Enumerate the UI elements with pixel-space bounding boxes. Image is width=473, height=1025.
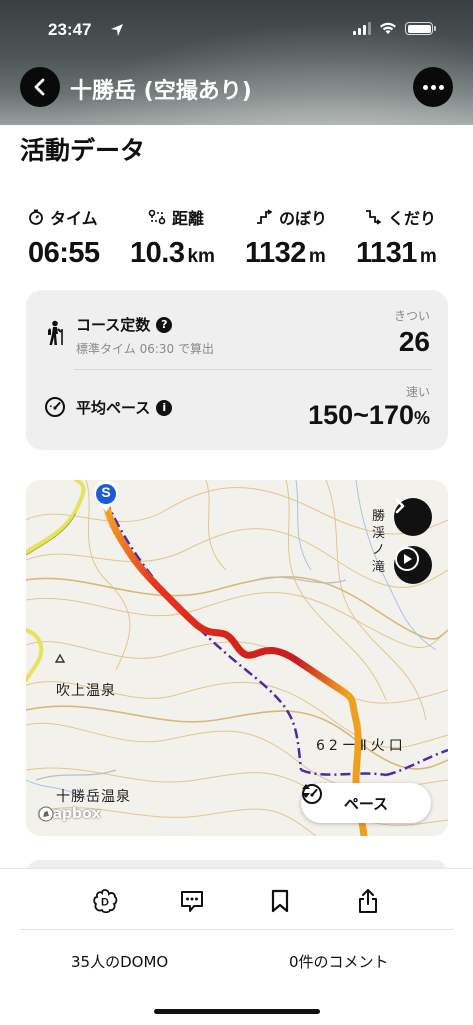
pace-speed-caption: 速い [405,385,430,399]
stat-distance-label: 距離 [172,209,205,228]
more-options-button[interactable] [413,67,453,107]
ellipsis-icon [422,84,428,90]
map-label-tokachidake-onsen: 十勝岳温泉 [56,789,131,805]
hiker-icon [48,320,63,345]
pace-layer-toggle[interactable]: ペース [301,783,431,823]
wifi-icon [380,22,396,34]
course-constant-row[interactable]: コース定数 ? 標準タイム 06:30 で算出 きつい 26 [26,290,448,370]
status-indicators [353,22,436,35]
course-constant-value: 26 [398,326,430,357]
footer-divider [20,929,453,930]
stat-descent-label: くだり [388,209,437,228]
domo-count[interactable]: 35人のDOMO [71,951,168,972]
stat-descent-value: 1131 [356,237,417,269]
stat-distance: 距離 10.3 km [130,205,215,270]
map-label-waterfall: 勝 渓 ノ 滝 [372,509,399,575]
info-icon[interactable]: i [156,399,173,416]
share-button[interactable] [350,883,386,919]
stat-descent-unit: m [419,246,437,267]
chevron-left-icon [34,78,45,96]
stat-time: タイム 06:55 [28,205,100,270]
play-replay-button[interactable] [394,546,432,584]
action-icons: D [0,883,473,919]
average-pace-label: 平均ペース [76,399,151,417]
pace-toggle-label: ペース [343,794,389,813]
course-difficulty-caption: きつい [393,309,430,323]
stat-time-value: 06:55 [28,237,100,269]
bookmark-icon [271,889,289,913]
speedometer-icon [45,397,65,417]
cellular-signal-icon [353,22,371,35]
comment-button[interactable] [174,883,210,919]
map-label-fukiage: 吹上温泉 [56,683,116,699]
home-indicator [154,1009,320,1014]
average-pace-unit: % [413,408,430,428]
stat-distance-unit: km [187,246,215,267]
help-icon[interactable]: ? [156,316,173,333]
stat-time-label: タイム [50,209,98,228]
map-label-crater: 62ーⅡ火口 [316,738,407,754]
descent-icon [366,210,382,225]
chevron-right-icon [395,498,405,514]
stat-distance-value: 10.3 [130,237,185,269]
start-marker-label: S [101,484,111,500]
average-pace-row[interactable]: 平均ペース i 速い 150~170% [26,370,448,450]
stat-ascent-label: のぼり [279,209,328,228]
mapbox-attribution: mapbox [38,806,101,822]
stat-descent: くだり 1131 m [356,205,437,270]
page-title: 十勝岳 (空撮あり) [70,79,252,104]
sort-updown-icon [302,784,310,798]
location-arrow-icon [111,24,123,36]
expand-map-button[interactable] [394,498,432,536]
route-icon [148,209,166,225]
svg-text:D: D [101,897,109,909]
stopwatch-icon [29,209,43,225]
back-button[interactable] [20,67,60,107]
status-time: 23:47 [48,20,92,39]
comment-count[interactable]: 0件のコメント [289,951,389,972]
course-standard-time: 標準タイム 06:30 で算出 [76,342,214,356]
course-pace-card: コース定数 ? 標準タイム 06:30 で算出 きつい 26 平均ペース i 速… [26,290,448,450]
domo-button[interactable]: D [87,883,123,919]
domo-flower-icon: D [93,889,118,914]
battery-icon [405,22,436,35]
course-constant-label: コース定数 [76,316,151,334]
stat-ascent: のぼり 1132 m [245,205,327,270]
bottom-action-bar: D 35人のDOMO 0件のコメント [0,868,473,1025]
route-map[interactable]: S 吹上温泉 十勝岳温泉 62ーⅡ火口 勝 渓 ノ 滝 mapbox ペース [26,480,448,836]
ascent-icon [257,209,273,224]
header-banner: 23:47 十勝岳 (空撮あり) [0,0,473,125]
mapbox-logo-icon [38,806,54,822]
bookmark-button[interactable] [262,883,298,919]
average-pace-value: 150~170 [308,400,414,430]
play-icon [395,547,419,571]
share-icon [359,889,377,913]
stat-ascent-value: 1132 [245,237,306,269]
section-title: 活動データ [20,136,146,165]
stat-ascent-unit: m [308,246,326,267]
comment-icon [181,891,203,912]
